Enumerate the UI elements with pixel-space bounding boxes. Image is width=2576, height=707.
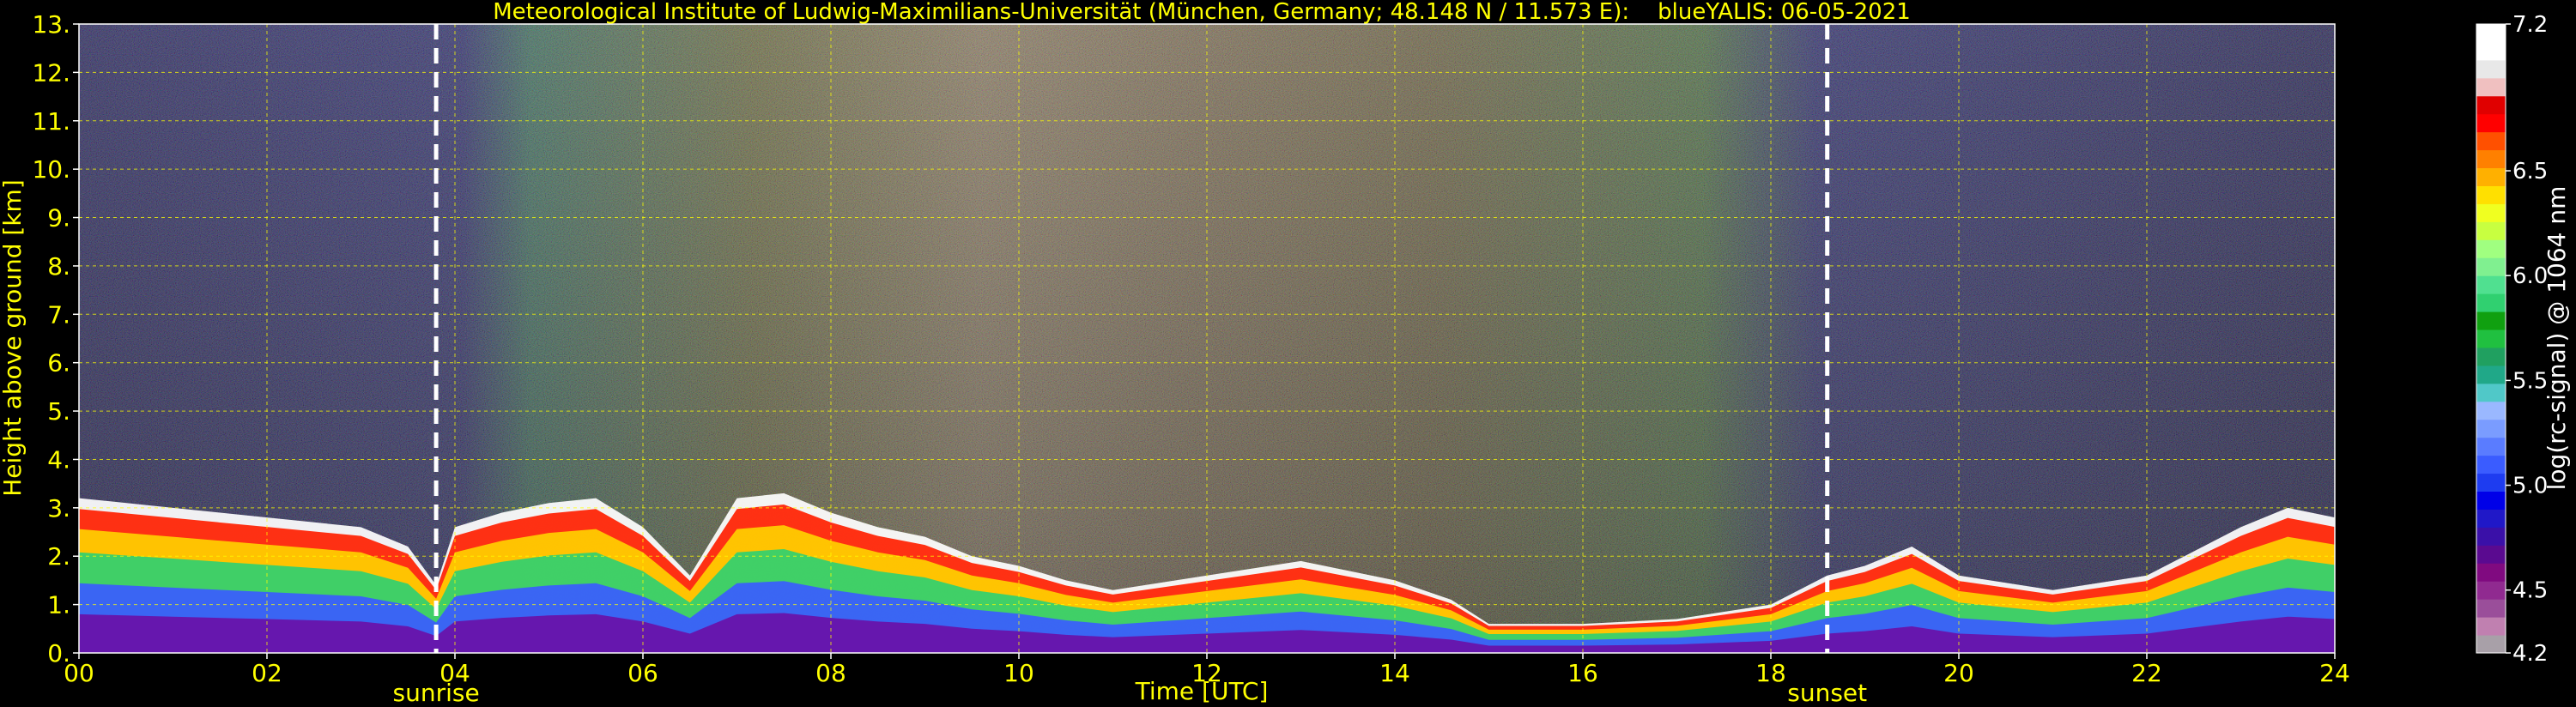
colorbar-segment: [2476, 239, 2506, 258]
colorbar-segment: [2476, 95, 2506, 115]
x-tick-label: 06: [627, 659, 658, 687]
y-tick-label: 3.: [47, 494, 70, 523]
y-tick-label: 9.: [47, 204, 70, 233]
y-tick-label: 7.: [47, 300, 70, 329]
colorbar-tick-label: 7.2: [2512, 12, 2548, 38]
colorbar-segment: [2476, 401, 2506, 420]
colorbar-segment: [2476, 59, 2506, 79]
y-axis-label: Height above ground [km]: [0, 179, 27, 497]
colorbar-segment: [2476, 311, 2506, 330]
x-tick-label: 20: [1943, 659, 1974, 687]
colorbar-tick-label: 4.2: [2512, 641, 2548, 667]
x-tick-label: 18: [1755, 659, 1786, 687]
y-tick-label: 8.: [47, 252, 70, 281]
colorbar-segment: [2476, 185, 2506, 204]
x-tick-label: 14: [1379, 659, 1410, 687]
y-tick-label: 5.: [47, 397, 70, 426]
colorbar-segment: [2476, 635, 2506, 654]
colorbar-segment: [2476, 293, 2506, 312]
y-tick-label: 1.: [47, 591, 70, 619]
x-axis-label: Time [UTC]: [1135, 677, 1269, 705]
colorbar-segment: [2476, 455, 2506, 474]
colorbar-segment: [2476, 365, 2506, 384]
colorbar-segment: [2476, 131, 2506, 151]
y-tick-label: 4.: [47, 445, 70, 474]
colorbar-segment: [2476, 581, 2506, 600]
y-tick-label: 12.: [32, 58, 70, 87]
colorbar-segment: [2476, 383, 2506, 402]
x-tick-label: 22: [2131, 659, 2162, 687]
colorbar-segment: [2476, 257, 2506, 276]
colorbar-segment: [2476, 599, 2506, 618]
colorbar-segment: [2476, 473, 2506, 492]
colorbar-segment: [2476, 347, 2506, 366]
colorbar-segment: [2476, 24, 2506, 43]
colorbar-segment: [2476, 221, 2506, 240]
colorbar-segment: [2476, 491, 2506, 510]
y-tick-label: 11.: [32, 107, 70, 136]
colorbar: [2476, 24, 2506, 654]
colorbar-segment: [2476, 545, 2506, 564]
x-tick-label: 16: [1567, 659, 1598, 687]
lidar-time-height-plot: sunrise sunset 00 02 04 06 08 10 12 14 16 18 20 22 24…: [0, 0, 2571, 707]
colorbar-segment: [2476, 527, 2506, 546]
sunset-label: sunset: [1787, 679, 1867, 707]
y-tick-label: 10.: [32, 155, 70, 184]
colorbar-segment: [2476, 203, 2506, 222]
x-tick-label: 02: [252, 659, 282, 687]
x-tick-label: 08: [815, 659, 846, 687]
colorbar-segment: [2476, 41, 2506, 61]
y-tick-label: 2.: [47, 542, 70, 571]
y-tick-labels: 0. 1. 2. 3. 4. 5. 6. 7. 8. 9. 10. 11. 12. 13.: [32, 10, 79, 668]
x-tick-label: 10: [1003, 659, 1034, 687]
chart-title: Meteorological Institute of Ludwig-Maxim…: [493, 0, 1911, 25]
colorbar-segment: [2476, 113, 2506, 133]
colorbar-segment: [2476, 167, 2506, 186]
x-tick-label: 04: [439, 659, 470, 687]
colorbar-tick-labels: 4.24.55.05.56.06.57.2: [2506, 12, 2548, 667]
colorbar-segment: [2476, 149, 2506, 169]
colorbar-segment: [2476, 563, 2506, 582]
colorbar-segment: [2476, 329, 2506, 348]
signal-noise-texture: [79, 24, 2335, 653]
colorbar-segment: [2476, 509, 2506, 528]
colorbar-tick-label: 6.5: [2512, 159, 2548, 184]
y-tick-label: 6.: [47, 349, 70, 378]
colorbar-segment: [2476, 77, 2506, 97]
colorbar-segment: [2476, 419, 2506, 438]
x-tick-label: 24: [2319, 659, 2350, 687]
colorbar-label: log(rc-signal) @ 1064 nm: [2543, 186, 2571, 491]
y-tick-label: 0.: [47, 639, 70, 668]
colorbar-tick-label: 4.5: [2512, 578, 2548, 604]
y-tick-label: 13.: [32, 10, 70, 39]
colorbar-segment: [2476, 275, 2506, 294]
colorbar-segment: [2476, 437, 2506, 456]
colorbar-segment: [2476, 617, 2506, 636]
